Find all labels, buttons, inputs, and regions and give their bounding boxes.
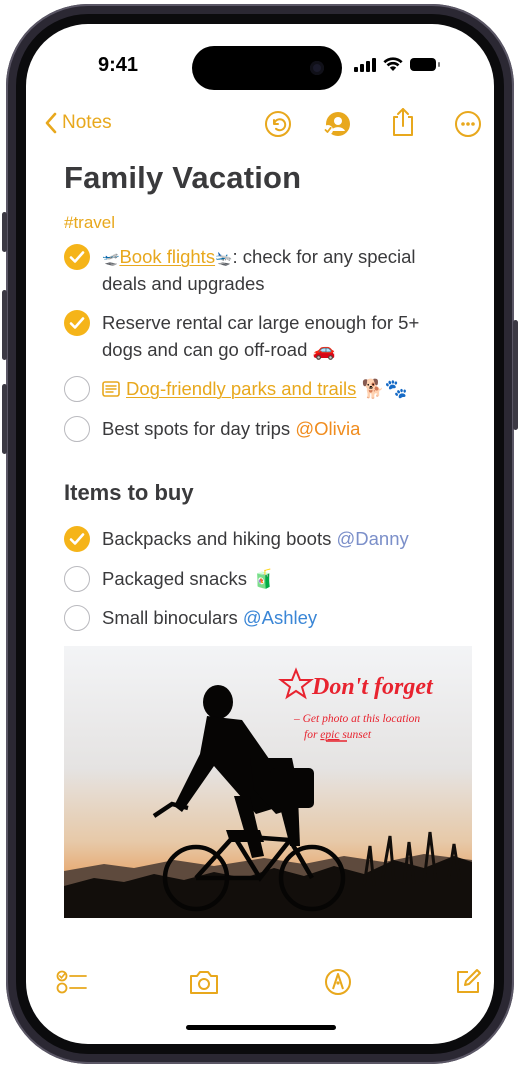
list-item[interactable]: Packaged snacks 🧃 xyxy=(102,565,275,592)
mention-olivia[interactable]: @Olivia xyxy=(295,418,360,439)
emoji: 🛫 xyxy=(102,250,120,266)
ellipsis-icon xyxy=(455,111,481,137)
signal-icon xyxy=(354,57,376,72)
list-item[interactable]: Backpacks and hiking boots @Danny xyxy=(102,525,409,552)
note-link-icon xyxy=(102,381,120,397)
more-button[interactable] xyxy=(454,110,482,138)
camera-button[interactable] xyxy=(188,968,220,1001)
emoji: 🧃 xyxy=(252,568,276,589)
battery-icon xyxy=(410,58,440,71)
power-button xyxy=(513,320,518,430)
handwriting-line-1: – Get photo at this location xyxy=(293,713,420,725)
list-item[interactable]: Best spots for day trips @Olivia xyxy=(102,415,360,442)
checkbox-checked[interactable] xyxy=(64,310,90,336)
handwriting-line-2-emph: epic xyxy=(320,729,339,741)
collaborate-icon xyxy=(323,112,350,136)
checkmark-icon xyxy=(69,533,85,545)
dynamic-island xyxy=(192,46,342,90)
emoji: 🛬 xyxy=(215,250,233,266)
mention-ashley[interactable]: @Ashley xyxy=(243,607,317,628)
checkmark-icon xyxy=(69,251,85,263)
note-photo[interactable]: Don't forget – Get photo at this locatio… xyxy=(64,646,472,918)
pen-tip-icon xyxy=(325,969,351,995)
checkbox-unchecked[interactable] xyxy=(64,605,90,631)
markup-button[interactable] xyxy=(324,968,352,1001)
item-text: Best spots for day trips xyxy=(102,418,296,439)
volume-up-button xyxy=(2,290,7,360)
note-title[interactable]: Family Vacation xyxy=(64,160,301,196)
list-item[interactable]: 🛫Book flights🛬: check for any special xyxy=(102,243,416,272)
handwriting-title: Don't forget xyxy=(311,674,434,700)
action-button xyxy=(2,212,7,252)
list-item[interactable]: Small binoculars @Ashley xyxy=(102,604,317,631)
item-text: Small binoculars xyxy=(102,607,243,628)
home-indicator[interactable] xyxy=(186,1025,336,1030)
section-heading[interactable]: Items to buy xyxy=(64,480,194,506)
emoji: 🐕🐾 xyxy=(361,378,408,399)
camera-icon xyxy=(310,61,324,75)
checkbox-checked[interactable] xyxy=(64,244,90,270)
list-item-continuation[interactable]: deals and upgrades xyxy=(102,270,265,297)
item-text: Backpacks and hiking boots xyxy=(102,528,337,549)
camera-icon xyxy=(190,971,218,994)
chevron-left-icon xyxy=(45,112,57,134)
list-item-continuation[interactable]: dogs and can go off-road 🚗 xyxy=(102,336,336,363)
handwriting-line-2: for epic sunset xyxy=(304,729,372,741)
status-time: 9:41 xyxy=(98,54,139,76)
checkbox-unchecked[interactable] xyxy=(64,566,90,592)
wifi-icon xyxy=(383,57,403,71)
share-button[interactable] xyxy=(390,106,418,136)
list-item[interactable]: Reserve rental car large enough for 5+ xyxy=(102,309,419,336)
share-icon xyxy=(393,108,413,136)
link-dog-friendly-parks[interactable]: Dog-friendly parks and trails xyxy=(126,378,356,399)
checkmark-icon xyxy=(69,317,85,329)
back-button[interactable]: Notes xyxy=(44,112,112,134)
item-text: Packaged snacks xyxy=(102,568,253,589)
item-text: dogs and can go off-road xyxy=(102,339,308,360)
checklist-button[interactable] xyxy=(56,968,88,1001)
list-item[interactable]: Dog-friendly parks and trails 🐕🐾 xyxy=(102,375,408,402)
emoji: 🚗 xyxy=(312,339,336,360)
compose-button[interactable] xyxy=(454,968,482,1001)
handwriting-annotation: Don't forget – Get photo at this locatio… xyxy=(278,667,434,742)
back-label: Notes xyxy=(62,112,112,133)
checkbox-checked[interactable] xyxy=(64,526,90,552)
checkbox-unchecked[interactable] xyxy=(64,376,90,402)
screen: 9:41 Notes Family Vacation #travel 🛫Book… xyxy=(26,24,494,1044)
undo-icon xyxy=(265,111,291,137)
checklist-icon xyxy=(56,970,87,994)
undo-button[interactable] xyxy=(264,110,292,138)
link-book-flights[interactable]: Book flights xyxy=(119,246,215,267)
checkbox-unchecked[interactable] xyxy=(64,416,90,442)
handwriting-line-2-post: sunset xyxy=(339,729,371,741)
volume-down-button xyxy=(2,384,7,454)
mention-danny[interactable]: @Danny xyxy=(336,528,408,549)
status-icons xyxy=(354,57,440,72)
collaborate-button[interactable] xyxy=(322,110,350,138)
note-tag[interactable]: #travel xyxy=(64,213,115,233)
item-text: : check for any special xyxy=(232,246,416,267)
handwriting-line-2-pre: for xyxy=(304,729,320,741)
compose-icon xyxy=(457,969,481,993)
